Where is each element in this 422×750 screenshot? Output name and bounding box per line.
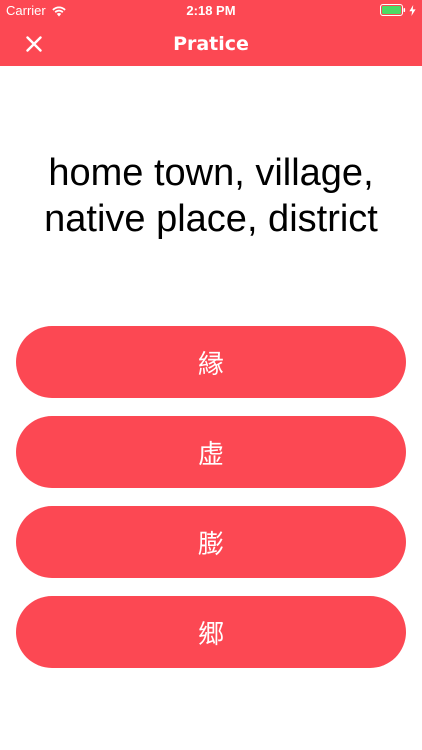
battery-icon xyxy=(380,4,406,16)
answer-button-3[interactable]: 膨 xyxy=(16,506,406,578)
status-time: 2:18 PM xyxy=(186,3,236,18)
answer-button-2[interactable]: 虚 xyxy=(16,416,406,488)
page-title: Pratice xyxy=(173,33,249,55)
charging-bolt-icon xyxy=(409,4,416,16)
status-bar: Carrier 2:18 PM xyxy=(0,0,422,22)
nav-bar: Pratice xyxy=(0,22,422,66)
battery-group xyxy=(380,4,416,16)
app-header: Carrier 2:18 PM Pratice xyxy=(0,0,422,66)
answer-button-4[interactable]: 郷 xyxy=(16,596,406,668)
answer-list: 縁 虚 膨 郷 xyxy=(16,326,406,686)
question-prompt: home town, village, native place, distri… xyxy=(44,152,378,240)
answer-button-1[interactable]: 縁 xyxy=(16,326,406,398)
